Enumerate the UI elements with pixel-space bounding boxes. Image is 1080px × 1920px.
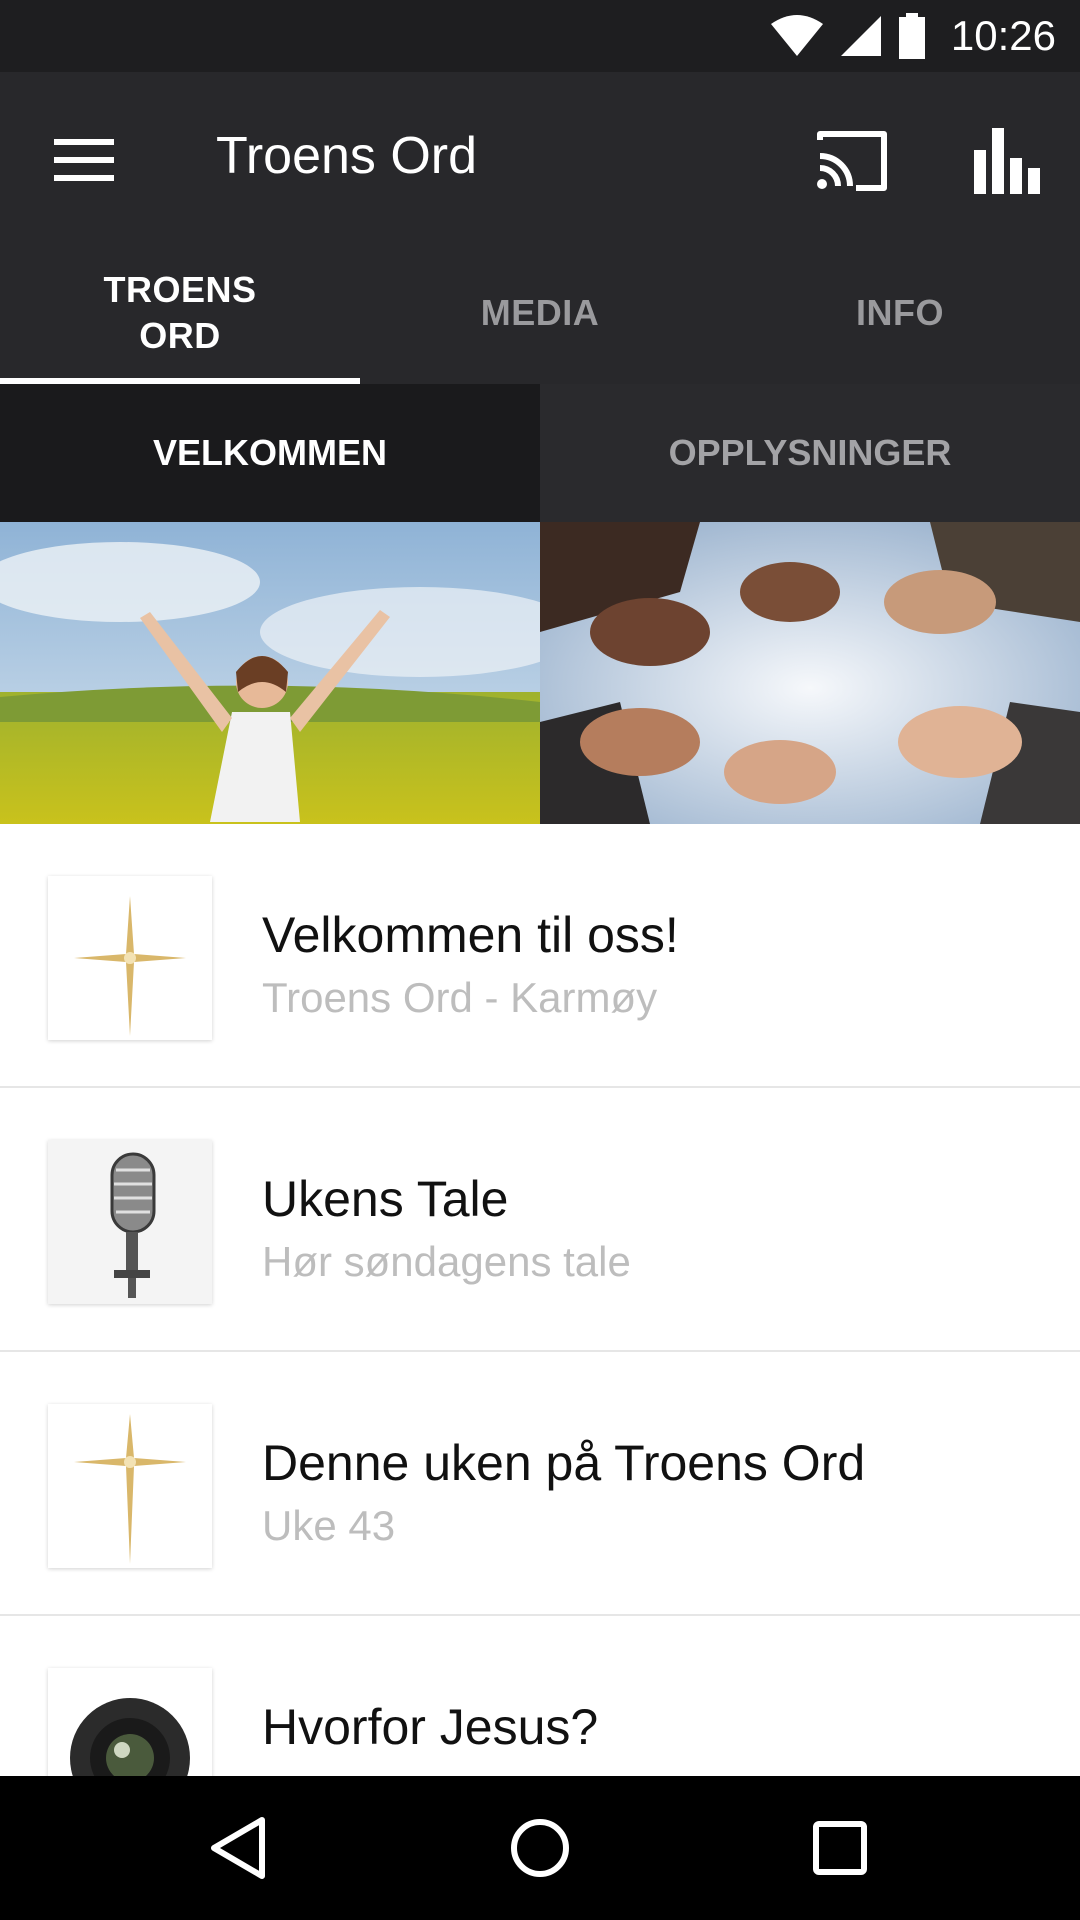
item-title: Velkommen til oss!	[262, 907, 679, 963]
status-bar: 10:26	[0, 0, 1080, 72]
bar-chart-icon[interactable]	[966, 122, 1046, 202]
hands-illustration	[540, 522, 1080, 824]
tab-opplysninger[interactable]: OPPLYSNINGER	[540, 384, 1080, 522]
camera-lens-icon	[48, 1668, 212, 1776]
app-title: Troens Ord	[216, 127, 478, 185]
tab-label: INFO	[856, 292, 944, 333]
status-time: 10:26	[950, 12, 1056, 59]
content-list: Velkommen til oss! Troens Ord - Karmøy U…	[0, 824, 1080, 1776]
recents-icon[interactable]	[800, 1808, 880, 1888]
item-title: Ukens Tale	[262, 1171, 509, 1227]
cell-signal-icon	[840, 16, 881, 56]
app-bar: Troens Ord	[0, 72, 1080, 242]
back-icon[interactable]	[200, 1808, 280, 1888]
banner-image-field	[0, 522, 540, 824]
field-illustration	[0, 522, 540, 824]
banner	[0, 522, 1080, 824]
primary-tabs: TROENS ORD MEDIA INFO	[0, 242, 1080, 384]
item-title: Denne uken på Troens Ord	[262, 1435, 866, 1491]
list-item[interactable]: Velkommen til oss! Troens Ord - Karmøy	[0, 824, 1080, 1088]
item-subtitle: Hør søndagens tale	[262, 1238, 631, 1285]
cast-icon[interactable]	[812, 122, 892, 202]
battery-icon	[898, 13, 925, 59]
wifi-icon	[770, 15, 823, 56]
star-cross-icon	[48, 1404, 212, 1568]
tab-label: TROENS ORD	[103, 269, 257, 356]
tab-troens-ord[interactable]: TROENS ORD	[0, 242, 360, 384]
microphone-icon	[48, 1140, 212, 1304]
nav-bar	[0, 1776, 1080, 1920]
item-subtitle: Troens Ord - Karmøy	[262, 974, 658, 1021]
tab-velkommen[interactable]: VELKOMMEN	[0, 384, 540, 522]
tab-info[interactable]: INFO	[720, 242, 1080, 384]
list-item[interactable]: Denne uken på Troens Ord Uke 43	[0, 1352, 1080, 1616]
home-icon[interactable]	[500, 1808, 580, 1888]
item-title: Hvorfor Jesus?	[262, 1699, 599, 1755]
tab-media[interactable]: MEDIA	[360, 242, 720, 384]
star-cross-icon	[48, 876, 212, 1040]
list-item[interactable]: Ukens Tale Hør søndagens tale	[0, 1088, 1080, 1352]
status-icons: 10:26	[769, 0, 1056, 72]
tab-label: MEDIA	[480, 292, 600, 333]
banner-image-hands	[540, 522, 1080, 824]
list-item[interactable]: Hvorfor Jesus?	[0, 1616, 1080, 1776]
menu-icon[interactable]	[40, 116, 128, 204]
item-subtitle: Uke 43	[262, 1502, 396, 1549]
secondary-tabs: VELKOMMEN OPPLYSNINGER	[0, 384, 1080, 522]
